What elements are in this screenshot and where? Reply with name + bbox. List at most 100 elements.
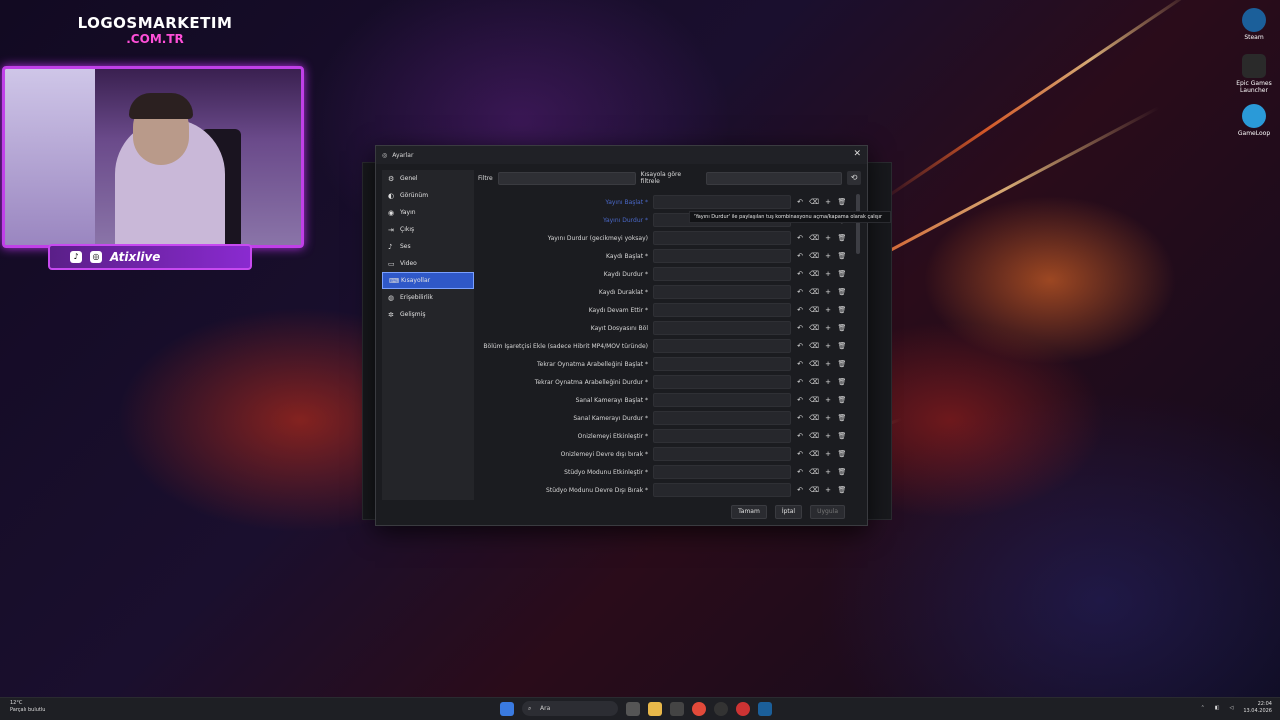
add-icon[interactable]: +: [823, 395, 833, 405]
revert-icon[interactable]: ↶: [795, 413, 805, 423]
trash-icon[interactable]: 🗑: [837, 449, 847, 459]
hotkey-input[interactable]: [653, 411, 791, 425]
add-icon[interactable]: +: [823, 449, 833, 459]
hotkey-input[interactable]: [653, 357, 791, 371]
clock[interactable]: 22:04 13.04.2026: [1243, 701, 1272, 715]
revert-icon[interactable]: ↶: [795, 359, 805, 369]
hotkey-input[interactable]: [653, 465, 791, 479]
trash-icon[interactable]: 🗑: [837, 197, 847, 207]
hotkey-input[interactable]: [653, 267, 791, 281]
sidebar-item-accessibility[interactable]: ◍ Erişebilirlik: [382, 289, 474, 306]
trash-icon[interactable]: 🗑: [837, 341, 847, 351]
revert-icon[interactable]: ↶: [795, 197, 805, 207]
chrome-icon[interactable]: [692, 701, 706, 716]
sidebar-item-audio[interactable]: ♪ Ses: [382, 238, 474, 255]
clear-icon[interactable]: ⌫: [809, 251, 819, 261]
add-icon[interactable]: +: [823, 305, 833, 315]
revert-icon[interactable]: ↶: [795, 269, 805, 279]
hotkey-input[interactable]: [653, 375, 791, 389]
start-icon[interactable]: [500, 701, 514, 716]
hotkey-input[interactable]: [653, 393, 791, 407]
revert-icon[interactable]: ↶: [795, 431, 805, 441]
add-icon[interactable]: +: [823, 413, 833, 423]
trash-icon[interactable]: 🗑: [837, 251, 847, 261]
add-icon[interactable]: +: [823, 467, 833, 477]
clear-icon[interactable]: ⌫: [809, 413, 819, 423]
clear-icon[interactable]: ⌫: [809, 341, 819, 351]
hotkey-input[interactable]: [653, 231, 791, 245]
desktop-icon-steam[interactable]: Steam: [1234, 8, 1274, 41]
hotkey-input[interactable]: [653, 321, 791, 335]
clear-icon[interactable]: ⌫: [809, 485, 819, 495]
revert-icon[interactable]: ↶: [795, 449, 805, 459]
sidebar-item-gear[interactable]: ⚙ Genel: [382, 170, 474, 187]
hotkey-input[interactable]: [653, 483, 791, 497]
clear-icon[interactable]: ⌫: [809, 449, 819, 459]
task-view-icon[interactable]: [626, 701, 640, 716]
clear-icon[interactable]: ⌫: [809, 377, 819, 387]
store-icon[interactable]: [670, 701, 684, 716]
add-icon[interactable]: +: [823, 431, 833, 441]
clear-icon[interactable]: ⌫: [809, 287, 819, 297]
trash-icon[interactable]: 🗑: [837, 413, 847, 423]
trash-icon[interactable]: 🗑: [837, 269, 847, 279]
file-explorer-icon[interactable]: [648, 701, 662, 716]
revert-icon[interactable]: ↶: [795, 287, 805, 297]
add-icon[interactable]: +: [823, 377, 833, 387]
app-icon[interactable]: [736, 701, 750, 716]
hotkey-input[interactable]: [653, 285, 791, 299]
sidebar-item-output[interactable]: ⇥ Çıkış: [382, 221, 474, 238]
add-icon[interactable]: +: [823, 485, 833, 495]
trash-icon[interactable]: 🗑: [837, 377, 847, 387]
cancel-button[interactable]: İptal: [774, 505, 803, 519]
revert-icon[interactable]: ↶: [795, 485, 805, 495]
revert-icon[interactable]: ↶: [795, 467, 805, 477]
sidebar-item-stream[interactable]: ◉ Yayın: [382, 204, 474, 221]
clear-icon[interactable]: ⌫: [809, 269, 819, 279]
taskbar-search[interactable]: ⌕ Ara: [522, 701, 618, 716]
trash-icon[interactable]: 🗑: [837, 485, 847, 495]
trash-icon[interactable]: 🗑: [837, 305, 847, 315]
shortcut-filter-input[interactable]: [706, 171, 843, 185]
list-scrollbar[interactable]: [856, 194, 860, 254]
add-icon[interactable]: +: [823, 287, 833, 297]
clear-icon[interactable]: ⌫: [809, 359, 819, 369]
trash-icon[interactable]: 🗑: [837, 467, 847, 477]
clear-icon[interactable]: ⌫: [809, 431, 819, 441]
obs-taskbar-icon[interactable]: [714, 701, 728, 716]
add-icon[interactable]: +: [823, 269, 833, 279]
volume-icon[interactable]: ◁: [1230, 705, 1234, 711]
clear-icon[interactable]: ⌫: [809, 197, 819, 207]
revert-icon[interactable]: ↶: [795, 395, 805, 405]
chevron-up-icon[interactable]: ⌃: [1201, 705, 1205, 711]
add-icon[interactable]: +: [823, 341, 833, 351]
filter-input[interactable]: [497, 171, 636, 185]
hotkey-input[interactable]: [653, 339, 791, 353]
clear-icon[interactable]: ⌫: [809, 467, 819, 477]
revert-icon[interactable]: ↶: [795, 377, 805, 387]
hotkey-input[interactable]: [653, 429, 791, 443]
weather-widget[interactable]: 12°C Parçalı bulutlu: [10, 700, 45, 714]
ok-button[interactable]: Tamam: [731, 505, 767, 519]
clear-icon[interactable]: ⌫: [809, 323, 819, 333]
add-icon[interactable]: +: [823, 197, 833, 207]
revert-icon[interactable]: ↶: [795, 305, 805, 315]
add-icon[interactable]: +: [823, 359, 833, 369]
desktop-icon-gameloop[interactable]: GameLoop: [1234, 104, 1274, 137]
sidebar-item-wrench[interactable]: ✲ Gelişmiş: [382, 306, 474, 323]
trash-icon[interactable]: 🗑: [837, 431, 847, 441]
hotkey-input[interactable]: [653, 195, 791, 209]
revert-icon[interactable]: ↶: [795, 323, 805, 333]
revert-icon[interactable]: ↶: [795, 341, 805, 351]
trash-icon[interactable]: 🗑: [837, 233, 847, 243]
clear-icon[interactable]: ⌫: [809, 395, 819, 405]
steam-taskbar-icon[interactable]: [758, 701, 772, 716]
sidebar-item-palette[interactable]: ◐ Görünüm: [382, 187, 474, 204]
sidebar-item-keyboard[interactable]: ⌨ Kısayollar: [382, 272, 474, 289]
network-icon[interactable]: ◧: [1215, 705, 1220, 711]
clear-icon[interactable]: ⌫: [809, 305, 819, 315]
trash-icon[interactable]: 🗑: [837, 323, 847, 333]
apply-button[interactable]: Uygula: [810, 505, 845, 519]
trash-icon[interactable]: 🗑: [837, 359, 847, 369]
desktop-icon-epic[interactable]: Epic Games Launcher: [1234, 54, 1274, 94]
